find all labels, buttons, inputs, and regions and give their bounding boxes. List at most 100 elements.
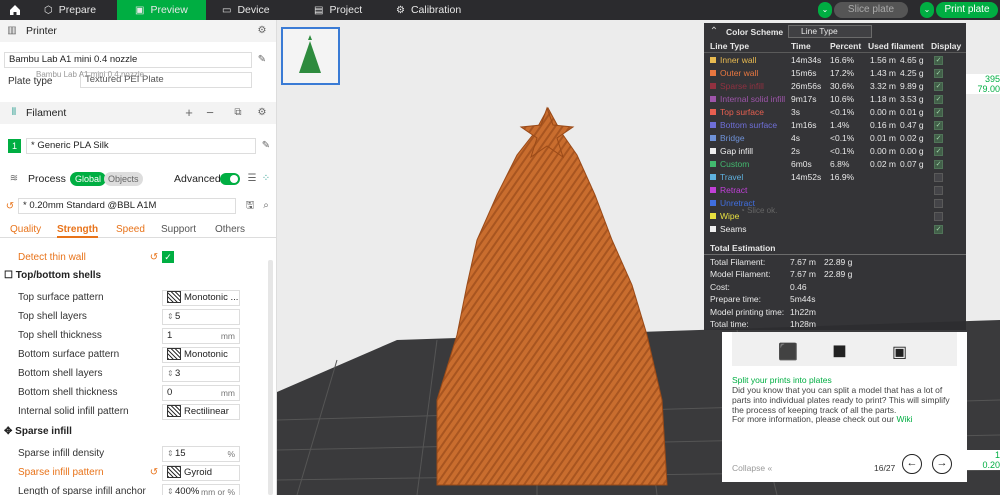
remove-filament-icon[interactable]: −	[204, 106, 216, 119]
setting-control[interactable]: Gyroid	[162, 465, 240, 481]
advanced-switch[interactable]	[220, 173, 240, 185]
color-swatch	[710, 187, 716, 193]
legend-row[interactable]: Outer wall 15m6s 17.2% 1.43 m 4.25 g ✓	[704, 67, 966, 80]
sidebar-scrollbar[interactable]	[268, 260, 273, 495]
setting-control[interactable]: Monotonic ...	[162, 290, 240, 306]
legend-row[interactable]: Top surface 3s <0.1% 0.00 m 0.01 g ✓	[704, 106, 966, 119]
prev-tip-arrow-icon[interactable]: ←	[902, 454, 922, 474]
process-icon: ≋	[9, 173, 19, 184]
display-checkbox[interactable]: ✓	[934, 186, 943, 195]
layer-slider-bottom-value[interactable]: 1 0.20	[966, 450, 1000, 470]
legend-row[interactable]: Seams ✓	[704, 223, 966, 236]
filament-settings-gear-icon[interactable]: ⚙	[256, 107, 268, 119]
setting-control[interactable]: ⇕15%	[162, 446, 240, 462]
tab-others[interactable]: Others	[215, 224, 245, 235]
setting-control[interactable]: 1 mm	[162, 328, 240, 344]
legend-row[interactable]: Internal solid infill 9m17s 10.6% 1.18 m 3.5…	[704, 93, 966, 106]
legend-row[interactable]: Retract✓	[704, 184, 966, 197]
wiki-link[interactable]: Wiki	[896, 414, 912, 424]
next-tip-arrow-icon[interactable]: →	[932, 454, 952, 474]
display-checkbox[interactable]: ✓	[934, 199, 943, 208]
printer-icon: ▥	[7, 25, 17, 36]
setting-control[interactable]: 0 mm	[162, 385, 240, 401]
reset-thin-wall-icon[interactable]: ↺	[148, 252, 160, 264]
tab-speed[interactable]: Speed	[116, 224, 145, 235]
detect-thin-wall-checkbox[interactable]: ✓	[162, 251, 174, 263]
objects-toggle[interactable]: Objects	[104, 172, 143, 186]
filament-slot-index[interactable]: 1	[8, 139, 21, 153]
plate-tooltip-text: Bambu Lab A1 mini 0.4 nozzle	[36, 70, 145, 79]
tip-illustration: ⬛ ◼ ▣	[732, 332, 957, 366]
setting-control[interactable]: Rectilinear	[162, 404, 240, 420]
setting-label: Internal solid infill pattern	[18, 406, 129, 417]
slice-dropdown-chevron-icon[interactable]: ⌄	[818, 2, 832, 18]
legend-row[interactable]: Custom 6m0s 6.8% 0.02 m 0.07 g ✓	[704, 158, 966, 171]
display-checkbox[interactable]: ✓	[934, 225, 943, 234]
color-scheme-select[interactable]: Line Type	[788, 25, 872, 38]
edit-printer-icon[interactable]: ✎	[256, 54, 268, 66]
tip-title: Split your prints into plates	[732, 375, 832, 385]
display-checkbox[interactable]: ✓	[934, 147, 943, 156]
display-checkbox[interactable]: ✓	[934, 56, 943, 65]
display-checkbox[interactable]: ✓	[934, 173, 943, 182]
setting-control[interactable]: Monotonic	[162, 347, 240, 363]
printer-settings-gear-icon[interactable]: ⚙	[256, 25, 268, 37]
printer-select[interactable]: Bambu Lab A1 mini 0.4 nozzle	[4, 52, 252, 68]
compare-icon[interactable]: ⁘	[260, 173, 272, 185]
print-dropdown-chevron-icon[interactable]: ⌄	[920, 2, 934, 18]
top-toolbar: ⬡ Prepare ▣ Preview ▭ Device ▤ Project ⚙ Cali…	[0, 0, 1000, 20]
reset-setting-icon[interactable]: ↺	[148, 467, 160, 479]
display-checkbox[interactable]: ✓	[934, 212, 943, 221]
save-preset-icon[interactable]: 🖫	[244, 200, 256, 212]
legend-row[interactable]: Sparse infill 26m56s 30.6% 3.32 m 9.89 g ✓	[704, 80, 966, 93]
stepper-icon[interactable]: ⇕	[167, 485, 175, 495]
legend-row[interactable]: Bottom surface 1m16s 1.4% 0.16 m 0.47 g ✓	[704, 119, 966, 132]
home-icon[interactable]	[8, 3, 22, 17]
plate-thumbnail[interactable]	[281, 27, 340, 85]
setting-control[interactable]: ⇕5	[162, 309, 240, 325]
stepper-icon[interactable]: ⇕	[167, 447, 175, 461]
add-filament-icon[interactable]: +	[183, 106, 195, 119]
color-swatch	[710, 174, 716, 180]
stepper-icon[interactable]: ⇕	[167, 310, 175, 324]
tab-support[interactable]: Support	[161, 224, 196, 235]
tab-quality[interactable]: Quality	[10, 224, 41, 235]
process-preset-select[interactable]: * 0.20mm Standard @BBL A1M	[18, 198, 236, 214]
display-checkbox[interactable]: ✓	[934, 160, 943, 169]
tab-strength[interactable]: Strength	[57, 224, 99, 238]
global-toggle[interactable]: Global	[70, 172, 107, 186]
filament-select[interactable]: * Generic PLA Silk	[26, 138, 256, 154]
stepper-icon[interactable]: ⇕	[167, 367, 175, 381]
top-bottom-shells-heading: ☐ Top/bottom shells	[4, 270, 102, 281]
tab-preview[interactable]: ▣ Preview	[117, 0, 206, 20]
legend-row[interactable]: Bridge 4s <0.1% 0.01 m 0.02 g ✓	[704, 132, 966, 145]
tab-prepare[interactable]: ⬡ Prepare	[44, 0, 116, 20]
legend-row[interactable]: Inner wall 14m34s 16.6% 1.56 m 4.65 g ✓	[704, 54, 966, 67]
list-icon[interactable]: ☰	[246, 173, 258, 185]
setting-control[interactable]: ⇕3	[162, 366, 240, 382]
tab-project[interactable]: ▤ Project	[314, 0, 384, 20]
display-checkbox[interactable]: ✓	[934, 69, 943, 78]
search-icon[interactable]: ⌕	[260, 200, 272, 212]
tree-thumbnail-icon	[299, 35, 321, 73]
slice-plate-button[interactable]: Slice plate	[834, 2, 908, 18]
display-checkbox[interactable]: ✓	[934, 95, 943, 104]
legend-row[interactable]: Travel14m52s16.9%✓	[704, 171, 966, 184]
collapse-tip[interactable]: Collapse «	[732, 463, 772, 473]
display-checkbox[interactable]: ✓	[934, 108, 943, 117]
display-checkbox[interactable]: ✓	[934, 121, 943, 130]
display-checkbox[interactable]: ✓	[934, 82, 943, 91]
part-icon: ⬛	[778, 344, 798, 361]
tree-model	[436, 106, 668, 486]
setting-control[interactable]: ⇕400% mm or %	[162, 484, 240, 495]
tab-device[interactable]: ▭ Device	[222, 0, 292, 20]
legend-row[interactable]: Gap infill 2s <0.1% 0.00 m 0.00 g ✓	[704, 145, 966, 158]
reset-process-icon[interactable]: ↺	[4, 201, 16, 213]
display-checkbox[interactable]: ✓	[934, 134, 943, 143]
layer-slider-top-value[interactable]: 395 79.00	[966, 74, 1000, 94]
sync-filament-icon[interactable]: ⧉	[232, 107, 244, 119]
print-plate-button[interactable]: Print plate	[936, 2, 998, 18]
collapse-legend-icon[interactable]: ⌃	[708, 26, 720, 38]
tab-calibration[interactable]: ⚙ Calibration	[396, 0, 476, 20]
edit-filament-icon[interactable]: ✎	[260, 140, 272, 152]
